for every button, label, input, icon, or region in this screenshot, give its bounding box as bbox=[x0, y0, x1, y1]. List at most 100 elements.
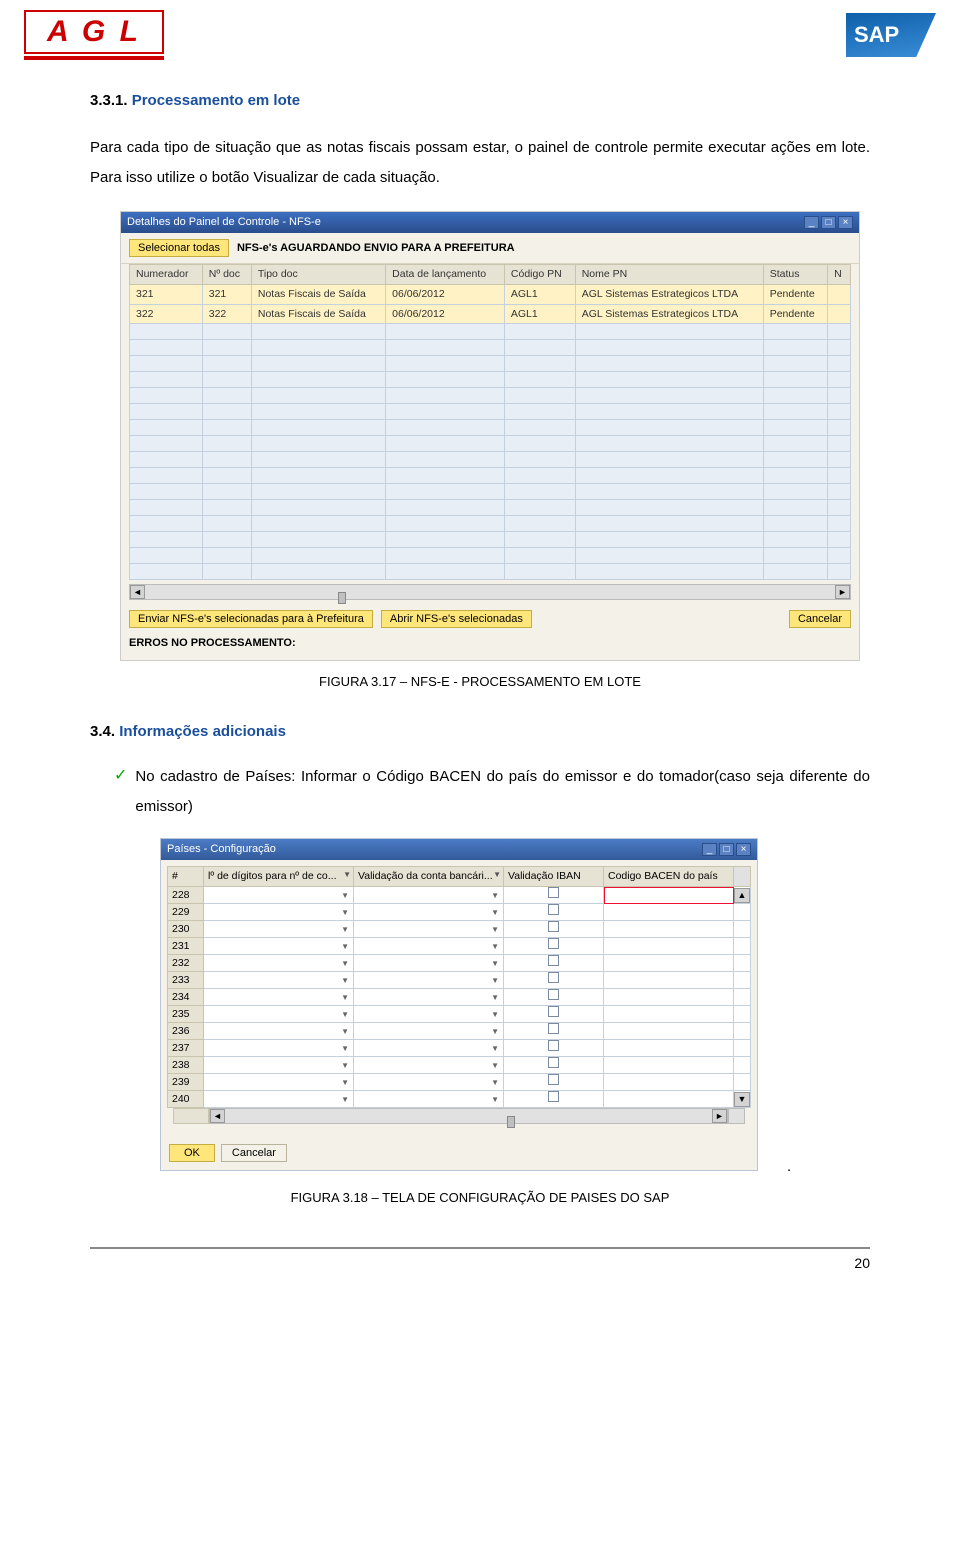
vscroll-cell[interactable] bbox=[734, 1040, 751, 1057]
digitos-cell[interactable]: ▼ bbox=[204, 887, 354, 904]
scroll-left-arrow[interactable]: ◄ bbox=[130, 585, 145, 599]
iban-checkbox-cell[interactable] bbox=[504, 1057, 604, 1074]
validacao-conta-cell[interactable]: ▼ bbox=[354, 1006, 504, 1023]
cfg-table-row[interactable]: 234▼▼ bbox=[168, 989, 751, 1006]
bacen-cell[interactable] bbox=[604, 1091, 734, 1108]
checkbox-icon[interactable] bbox=[548, 921, 559, 932]
maximize-button[interactable]: □ bbox=[821, 216, 836, 229]
validacao-conta-cell[interactable]: ▼ bbox=[354, 1091, 504, 1108]
checkbox-icon[interactable] bbox=[548, 1057, 559, 1068]
cfg-scroll-right[interactable]: ► bbox=[712, 1109, 727, 1123]
select-all-button[interactable]: Selecionar todas bbox=[129, 239, 229, 257]
digitos-cell[interactable]: ▼ bbox=[204, 1057, 354, 1074]
bacen-cell[interactable] bbox=[604, 887, 734, 904]
validacao-conta-cell[interactable]: ▼ bbox=[354, 955, 504, 972]
vscroll-cell[interactable] bbox=[734, 938, 751, 955]
validacao-conta-cell[interactable]: ▼ bbox=[354, 1040, 504, 1057]
digitos-cell[interactable]: ▼ bbox=[204, 1006, 354, 1023]
col-digitos[interactable]: lº de dígitos para nº de co...▼ bbox=[204, 867, 354, 887]
cfg-table-row[interactable]: 239▼▼ bbox=[168, 1074, 751, 1091]
checkbox-icon[interactable] bbox=[548, 1040, 559, 1051]
validacao-conta-cell[interactable]: ▼ bbox=[354, 1023, 504, 1040]
cfg-table-row[interactable]: 236▼▼ bbox=[168, 1023, 751, 1040]
vscroll-cell[interactable] bbox=[734, 955, 751, 972]
iban-checkbox-cell[interactable] bbox=[504, 955, 604, 972]
col-validacao-conta[interactable]: Validação da conta bancári...▼ bbox=[354, 867, 504, 887]
checkbox-icon[interactable] bbox=[548, 972, 559, 983]
close-button-2[interactable]: × bbox=[736, 843, 751, 856]
vscroll-cell[interactable] bbox=[734, 921, 751, 938]
iban-checkbox-cell[interactable] bbox=[504, 887, 604, 904]
table-row[interactable]: 321321Notas Fiscais de Saída06/06/2012AG… bbox=[130, 285, 851, 305]
digitos-cell[interactable]: ▼ bbox=[204, 1040, 354, 1057]
digitos-cell[interactable]: ▼ bbox=[204, 938, 354, 955]
bacen-cell[interactable] bbox=[604, 1057, 734, 1074]
bacen-cell[interactable] bbox=[604, 972, 734, 989]
validacao-conta-cell[interactable]: ▼ bbox=[354, 989, 504, 1006]
bacen-cell[interactable] bbox=[604, 955, 734, 972]
cancel-button[interactable]: Cancelar bbox=[789, 610, 851, 628]
scroll-down-arrow[interactable]: ▼ bbox=[734, 1092, 750, 1107]
ok-button[interactable]: OK bbox=[169, 1144, 215, 1162]
vscroll-cell[interactable]: ▼ bbox=[734, 1091, 751, 1108]
digitos-cell[interactable]: ▼ bbox=[204, 955, 354, 972]
bacen-cell[interactable] bbox=[604, 989, 734, 1006]
scroll-thumb[interactable] bbox=[338, 592, 346, 604]
validacao-conta-cell[interactable]: ▼ bbox=[354, 1057, 504, 1074]
vscroll-cell[interactable] bbox=[734, 1006, 751, 1023]
digitos-cell[interactable]: ▼ bbox=[204, 904, 354, 921]
validacao-conta-cell[interactable]: ▼ bbox=[354, 904, 504, 921]
col-n[interactable]: N bbox=[828, 265, 851, 285]
cfg-table-row[interactable]: 231▼▼ bbox=[168, 938, 751, 955]
checkbox-icon[interactable] bbox=[548, 989, 559, 1000]
maximize-button-2[interactable]: □ bbox=[719, 843, 734, 856]
iban-checkbox-cell[interactable] bbox=[504, 904, 604, 921]
bacen-cell[interactable] bbox=[604, 1023, 734, 1040]
cfg-table-row[interactable]: 238▼▼ bbox=[168, 1057, 751, 1074]
scroll-up-arrow[interactable]: ▲ bbox=[734, 888, 750, 903]
bacen-cell[interactable] bbox=[604, 921, 734, 938]
minimize-button-2[interactable]: _ bbox=[702, 843, 717, 856]
digitos-cell[interactable]: ▼ bbox=[204, 921, 354, 938]
col-data[interactable]: Data de lançamento bbox=[386, 265, 505, 285]
digitos-cell[interactable]: ▼ bbox=[204, 1074, 354, 1091]
scroll-right-arrow[interactable]: ► bbox=[835, 585, 850, 599]
iban-checkbox-cell[interactable] bbox=[504, 1040, 604, 1057]
bacen-cell[interactable] bbox=[604, 904, 734, 921]
vscroll-cell[interactable] bbox=[734, 1023, 751, 1040]
horizontal-scrollbar[interactable]: ◄ ► bbox=[129, 584, 851, 600]
col-ndoc[interactable]: Nº doc bbox=[202, 265, 251, 285]
bacen-cell[interactable] bbox=[604, 1040, 734, 1057]
validacao-conta-cell[interactable]: ▼ bbox=[354, 1074, 504, 1091]
cfg-table-row[interactable]: 228▼▼▲ bbox=[168, 887, 751, 904]
vscroll-cell[interactable] bbox=[734, 989, 751, 1006]
digitos-cell[interactable]: ▼ bbox=[204, 972, 354, 989]
digitos-cell[interactable]: ▼ bbox=[204, 1023, 354, 1040]
vscroll-cell[interactable] bbox=[734, 1074, 751, 1091]
iban-checkbox-cell[interactable] bbox=[504, 1074, 604, 1091]
open-button[interactable]: Abrir NFS-e's selecionadas bbox=[381, 610, 532, 628]
cfg-table-row[interactable]: 240▼▼▼ bbox=[168, 1091, 751, 1108]
col-status[interactable]: Status bbox=[763, 265, 827, 285]
close-button[interactable]: × bbox=[838, 216, 853, 229]
cfg-table-row[interactable]: 230▼▼ bbox=[168, 921, 751, 938]
bacen-cell[interactable] bbox=[604, 938, 734, 955]
validacao-conta-cell[interactable]: ▼ bbox=[354, 887, 504, 904]
send-button[interactable]: Enviar NFS-e's selecionadas para à Prefe… bbox=[129, 610, 373, 628]
checkbox-icon[interactable] bbox=[548, 955, 559, 966]
cfg-table-row[interactable]: 233▼▼ bbox=[168, 972, 751, 989]
digitos-cell[interactable]: ▼ bbox=[204, 989, 354, 1006]
col-hash[interactable]: # bbox=[168, 867, 204, 887]
iban-checkbox-cell[interactable] bbox=[504, 938, 604, 955]
iban-checkbox-cell[interactable] bbox=[504, 1006, 604, 1023]
digitos-cell[interactable]: ▼ bbox=[204, 1091, 354, 1108]
checkbox-icon[interactable] bbox=[548, 1006, 559, 1017]
cfg-horizontal-scrollbar[interactable]: ◄ ► bbox=[209, 1108, 728, 1124]
col-validacao-iban[interactable]: Validação IBAN bbox=[504, 867, 604, 887]
iban-checkbox-cell[interactable] bbox=[504, 1091, 604, 1108]
checkbox-icon[interactable] bbox=[548, 904, 559, 915]
cfg-table-row[interactable]: 235▼▼ bbox=[168, 1006, 751, 1023]
col-tipodoc[interactable]: Tipo doc bbox=[251, 265, 385, 285]
cfg-table-row[interactable]: 232▼▼ bbox=[168, 955, 751, 972]
col-nomepn[interactable]: Nome PN bbox=[575, 265, 763, 285]
